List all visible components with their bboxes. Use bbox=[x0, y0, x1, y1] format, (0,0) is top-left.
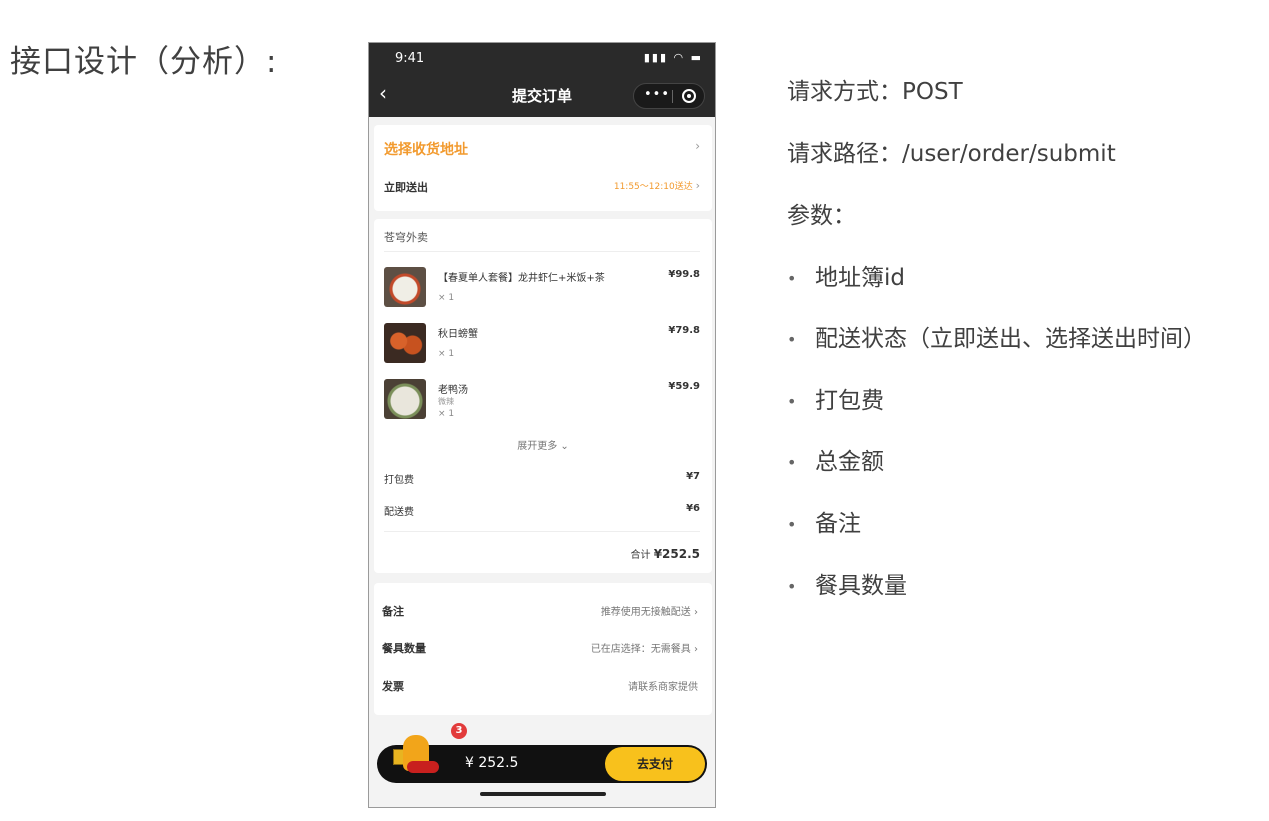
mini-program-capsule: ••• bbox=[633, 83, 705, 109]
select-address-label: 选择收货地址 bbox=[384, 142, 468, 158]
shop-name: 苍穹外卖 bbox=[384, 231, 428, 244]
bullet-icon: • bbox=[787, 577, 797, 596]
item-qty: × 1 bbox=[438, 349, 455, 359]
tableware-label: 餐具数量 bbox=[382, 642, 426, 655]
item-qty: × 1 bbox=[438, 409, 455, 419]
item-name: 【春夏单人套餐】龙井虾仁+米饭+茶 bbox=[438, 273, 605, 284]
capsule-divider bbox=[672, 90, 673, 103]
bullet-icon: • bbox=[787, 515, 797, 534]
list-item: 【春夏单人套餐】龙井虾仁+米饭+茶 × 1 ¥99.8 bbox=[384, 267, 700, 311]
list-item: 老鸭汤 微辣 × 1 ¥59.9 bbox=[384, 379, 700, 423]
delivery-fee-row: 配送费 ¥6 bbox=[384, 503, 700, 518]
dish-image bbox=[384, 267, 426, 307]
pay-button[interactable]: 去支付 bbox=[605, 747, 705, 781]
bullet-icon: • bbox=[787, 392, 797, 411]
bullet-icon: • bbox=[787, 269, 797, 288]
pay-amount: ¥ 252.5 bbox=[465, 755, 519, 771]
delivery-label: 立即送出 bbox=[384, 181, 428, 194]
item-spec: 微辣 bbox=[438, 397, 454, 406]
param-item: • 打包费 bbox=[787, 388, 884, 414]
param-item: • 总金额 bbox=[787, 449, 884, 475]
order-total: 合计 ¥252.5 bbox=[631, 546, 701, 561]
total-label: 合计 bbox=[630, 550, 651, 561]
more-icon[interactable]: ••• bbox=[644, 87, 670, 102]
tableware-value: 已在店选择：无需餐具 › bbox=[590, 644, 698, 655]
slide-title: 接口设计（分析）: bbox=[10, 44, 278, 80]
dish-image bbox=[384, 379, 426, 419]
close-target-icon[interactable] bbox=[682, 89, 696, 103]
chevron-right-icon: › bbox=[695, 179, 700, 192]
packing-fee-label: 打包费 bbox=[384, 475, 414, 486]
divider bbox=[384, 531, 700, 532]
item-price: ¥59.9 bbox=[668, 381, 700, 392]
item-name: 秋日螃蟹 bbox=[438, 329, 478, 340]
bullet-icon: • bbox=[787, 330, 797, 349]
chevron-right-icon: › bbox=[695, 139, 700, 153]
remark-label: 备注 bbox=[382, 605, 404, 618]
request-path: 请求路径：/user/order/submit bbox=[787, 141, 1116, 167]
item-qty: × 1 bbox=[438, 293, 455, 303]
item-price: ¥99.8 bbox=[668, 269, 700, 280]
status-icons: ▮▮▮ ◠ ▬ bbox=[643, 51, 703, 64]
invoice-label: 发票 bbox=[382, 680, 404, 693]
select-address-row[interactable]: 选择收货地址 › bbox=[384, 139, 700, 159]
delivery-time: 11:55～12:10送达 bbox=[613, 182, 693, 192]
param-item: • 备注 bbox=[787, 511, 861, 537]
divider bbox=[384, 251, 700, 252]
phone-mockup: 9:41 ▮▮▮ ◠ ▬ ‹ 提交订单 ••• 选择收货地址 › 立即送出 11… bbox=[368, 42, 716, 808]
item-name: 老鸭汤 bbox=[438, 385, 468, 396]
home-indicator bbox=[480, 792, 606, 796]
options-card: 备注 推荐使用无接触配送 › 餐具数量 已在店选择：无需餐具 › 发票 请联系商… bbox=[374, 583, 712, 715]
delivery-rider-icon: 3 bbox=[393, 723, 467, 779]
params-label: 参数： bbox=[787, 203, 856, 229]
remark-value: 推荐使用无接触配送 › bbox=[600, 607, 698, 618]
address-card: 选择收货地址 › 立即送出 11:55～12:10送达 › bbox=[374, 125, 712, 211]
list-item: 秋日螃蟹 × 1 ¥79.8 bbox=[384, 323, 700, 367]
delivery-fee-value: ¥6 bbox=[686, 503, 700, 514]
total-value: ¥252.5 bbox=[653, 547, 700, 561]
order-card: 苍穹外卖 【春夏单人套餐】龙井虾仁+米饭+茶 × 1 ¥99.8 秋日螃蟹 × … bbox=[374, 219, 712, 573]
dish-image bbox=[384, 323, 426, 363]
delivery-fee-label: 配送费 bbox=[384, 507, 414, 518]
invoice-row[interactable]: 发票 请联系商家提供 bbox=[382, 678, 698, 694]
request-method: 请求方式：POST bbox=[787, 79, 963, 105]
checkout-bar: 3 ¥ 252.5 去支付 bbox=[377, 723, 707, 783]
tableware-row[interactable]: 餐具数量 已在店选择：无需餐具 › bbox=[382, 640, 698, 656]
nav-bar: 9:41 ▮▮▮ ◠ ▬ ‹ 提交订单 ••• bbox=[369, 43, 715, 117]
item-price: ¥79.8 bbox=[668, 325, 700, 336]
param-item: • 餐具数量 bbox=[787, 573, 907, 599]
packing-fee-value: ¥7 bbox=[686, 471, 700, 482]
status-time: 9:41 bbox=[395, 51, 425, 66]
delivery-time-row[interactable]: 立即送出 11:55～12:10送达 › bbox=[384, 179, 700, 195]
packing-fee-row: 打包费 ¥7 bbox=[384, 471, 700, 486]
param-item: • 配送状态（立即送出、选择送出时间） bbox=[787, 326, 1206, 352]
remark-row[interactable]: 备注 推荐使用无接触配送 › bbox=[382, 603, 698, 619]
param-item: • 地址簿id bbox=[787, 265, 905, 291]
cart-count-badge: 3 bbox=[451, 723, 467, 739]
invoice-value: 请联系商家提供 bbox=[628, 682, 698, 693]
bullet-icon: • bbox=[787, 453, 797, 472]
expand-more-button[interactable]: 展开更多 ⌄ bbox=[374, 437, 712, 452]
